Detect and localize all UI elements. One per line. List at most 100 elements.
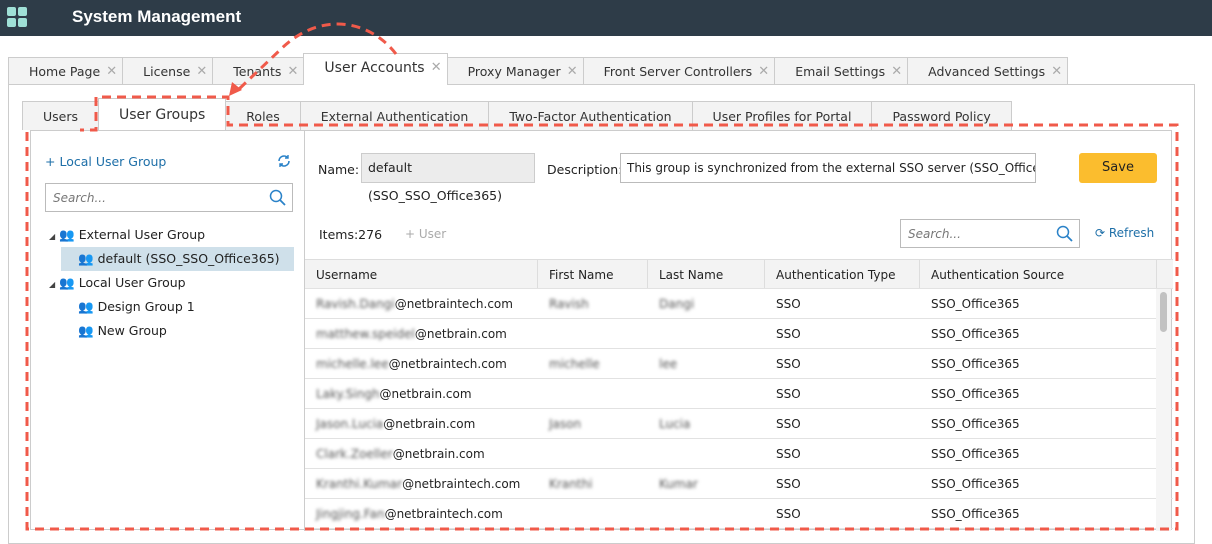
table-header: Username First Name Last Name Authenticatio…: [305, 259, 1173, 289]
last-name-cell: Lucia: [659, 417, 691, 431]
main-tabs: Home Page ✕ License ✕ Tenants ✕ User Accounts ✕…: [8, 53, 1069, 85]
last-name-cell: lee: [659, 357, 678, 371]
subtab-external-authentication[interactable]: External Authentication: [299, 101, 490, 130]
table-row[interactable]: michelle.lee@netbraintech.com michelle lee…: [305, 349, 1173, 379]
tab-license[interactable]: License ✕: [122, 57, 214, 85]
external-group-icon: 👥: [59, 227, 75, 242]
username-cell: Kranthi.Kumar@netbraintech.com: [316, 477, 521, 491]
subtab-two-factor-authentication[interactable]: Two-Factor Authentication: [488, 101, 693, 130]
collapse-triangle-icon: ◢: [49, 280, 56, 289]
close-tab-icon[interactable]: ✕: [196, 58, 207, 85]
subtab-roles[interactable]: Roles: [225, 101, 301, 130]
column-header[interactable]: Authentication Type: [765, 260, 920, 288]
table-row[interactable]: Ravish.Dangi@netbraintech.com Ravish Dangi…: [305, 289, 1173, 319]
subtab-password-policy[interactable]: Password Policy: [871, 101, 1012, 130]
subtab-user-groups[interactable]: User Groups: [98, 98, 227, 130]
last-name-cell: Kumar: [659, 477, 698, 491]
column-header[interactable]: Authentication Source: [920, 260, 1157, 288]
auth-source-cell: SSO_Office365: [931, 447, 1020, 461]
close-tab-icon[interactable]: ✕: [891, 58, 902, 85]
first-name-cell: Ravish: [549, 297, 589, 311]
column-header[interactable]: First Name: [538, 260, 648, 288]
tab-email-settings[interactable]: Email Settings ✕: [774, 57, 909, 85]
last-name-cell: [648, 379, 765, 408]
name-field[interactable]: default (SSO_SSO_Office365): [361, 153, 535, 203]
close-tab-icon[interactable]: ✕: [1051, 58, 1062, 85]
tree-node-local-user-group[interactable]: ◢ 👥 Local User Group: [49, 275, 186, 291]
table-row[interactable]: Jason.Lucia@netbrain.com Jason Lucia SSO SSO…: [305, 409, 1173, 439]
subtab-users[interactable]: Users: [22, 101, 100, 130]
local-group-icon: 👥: [78, 323, 94, 338]
tab-home-page[interactable]: Home Page ✕: [8, 57, 124, 85]
add-user-button[interactable]: + User: [405, 227, 446, 241]
description-label: Description:: [547, 162, 623, 177]
last-name-cell: [648, 499, 765, 528]
local-group-icon: 👥: [78, 299, 94, 314]
name-label: Name:: [318, 162, 360, 177]
table-row[interactable]: matthew.speidel@netbrain.com SSO SSO_Offic…: [305, 319, 1173, 349]
username-cell: Clark.Zoeller@netbrain.com: [316, 447, 485, 461]
tree-node-external-user-group[interactable]: ◢ 👥 External User Group: [49, 227, 205, 243]
tab-proxy-manager[interactable]: Proxy Manager ✕: [446, 57, 584, 85]
refresh-button[interactable]: ⟳ Refresh: [1095, 226, 1154, 240]
search-icon[interactable]: [1056, 225, 1074, 243]
table-row[interactable]: Jingjing.Fan@netbraintech.com SSO SSO_Offi…: [305, 499, 1173, 529]
users-table: Username First Name Last Name Authenticatio…: [305, 259, 1173, 529]
local-group-icon: 👥: [59, 275, 75, 290]
collapse-triangle-icon: ◢: [49, 232, 56, 241]
auth-source-cell: SSO_Office365: [931, 297, 1020, 311]
tab-tenants[interactable]: Tenants ✕: [212, 57, 305, 85]
tree-node-default[interactable]: 👥 default (SSO_SSO_Office365): [61, 247, 294, 271]
auth-type-cell: SSO: [776, 507, 801, 521]
auth-source-cell: SSO_Office365: [931, 507, 1020, 521]
app-grid-icon[interactable]: [7, 7, 28, 28]
external-group-icon: 👥: [78, 251, 94, 266]
close-tab-icon[interactable]: ✕: [758, 58, 769, 85]
first-name-cell: [538, 439, 648, 468]
column-header[interactable]: Username: [305, 260, 538, 288]
tree-node-design-group-1[interactable]: 👥 Design Group 1: [78, 299, 195, 315]
first-name-cell: Jason: [549, 417, 582, 431]
close-tab-icon[interactable]: ✕: [431, 54, 442, 82]
close-tab-icon[interactable]: ✕: [567, 58, 578, 85]
search-icon[interactable]: [269, 189, 287, 207]
tab-front-server-controllers[interactable]: Front Server Controllers ✕: [582, 57, 776, 85]
close-tab-icon[interactable]: ✕: [106, 58, 117, 85]
auth-type-cell: SSO: [776, 417, 801, 431]
table-row[interactable]: Clark.Zoeller@netbrain.com SSO SSO_Office3…: [305, 439, 1173, 469]
scrollbar-thumb: [1160, 292, 1167, 332]
auth-type-cell: SSO: [776, 447, 801, 461]
first-name-cell: Kranthi: [549, 477, 593, 491]
last-name-cell: [648, 439, 765, 468]
auth-type-cell: SSO: [776, 327, 801, 341]
first-name-cell: michelle: [549, 357, 600, 371]
username-cell: Jingjing.Fan@netbraintech.com: [316, 507, 503, 521]
auth-source-cell: SSO_Office365: [931, 477, 1020, 491]
tab-advanced-settings[interactable]: Advanced Settings ✕: [907, 57, 1069, 85]
first-name-cell: [538, 379, 648, 408]
table-row[interactable]: Kranthi.Kumar@netbraintech.com Kranthi Kum…: [305, 469, 1173, 499]
username-cell: michelle.lee@netbraintech.com: [316, 357, 507, 371]
save-button[interactable]: Save: [1079, 153, 1157, 183]
app-header: System Management: [0, 0, 1212, 36]
group-tree-panel: + Local User Group Search... ◢ 👥 Externa…: [31, 131, 305, 531]
auth-type-cell: SSO: [776, 387, 801, 401]
user-search-input[interactable]: Search...: [900, 219, 1080, 248]
add-local-user-group-link[interactable]: + Local User Group: [45, 154, 166, 169]
refresh-icon[interactable]: [277, 154, 291, 168]
auth-source-cell: SSO_Office365: [931, 387, 1020, 401]
group-search-input[interactable]: Search...: [45, 183, 293, 212]
column-header[interactable]: Last Name: [648, 260, 765, 288]
table-row[interactable]: Laky.Singh@netbrain.com SSO SSO_Office365: [305, 379, 1173, 409]
user-groups-panel: + Local User Group Search... ◢ 👥 Externa…: [30, 130, 1173, 531]
description-field[interactable]: This group is synchronized from the exte…: [620, 153, 1036, 183]
close-tab-icon[interactable]: ✕: [288, 58, 299, 85]
first-name-cell: [538, 319, 648, 348]
subtab-user-profiles-for-portal[interactable]: User Profiles for Portal: [691, 101, 873, 130]
table-scrollbar[interactable]: [1156, 289, 1171, 531]
tab-user-accounts[interactable]: User Accounts ✕: [303, 53, 448, 85]
username-cell: Jason.Lucia@netbrain.com: [316, 417, 476, 431]
auth-type-cell: SSO: [776, 477, 801, 491]
tree-node-new-group[interactable]: 👥 New Group: [78, 323, 167, 339]
last-name-cell: Dangi: [659, 297, 695, 311]
